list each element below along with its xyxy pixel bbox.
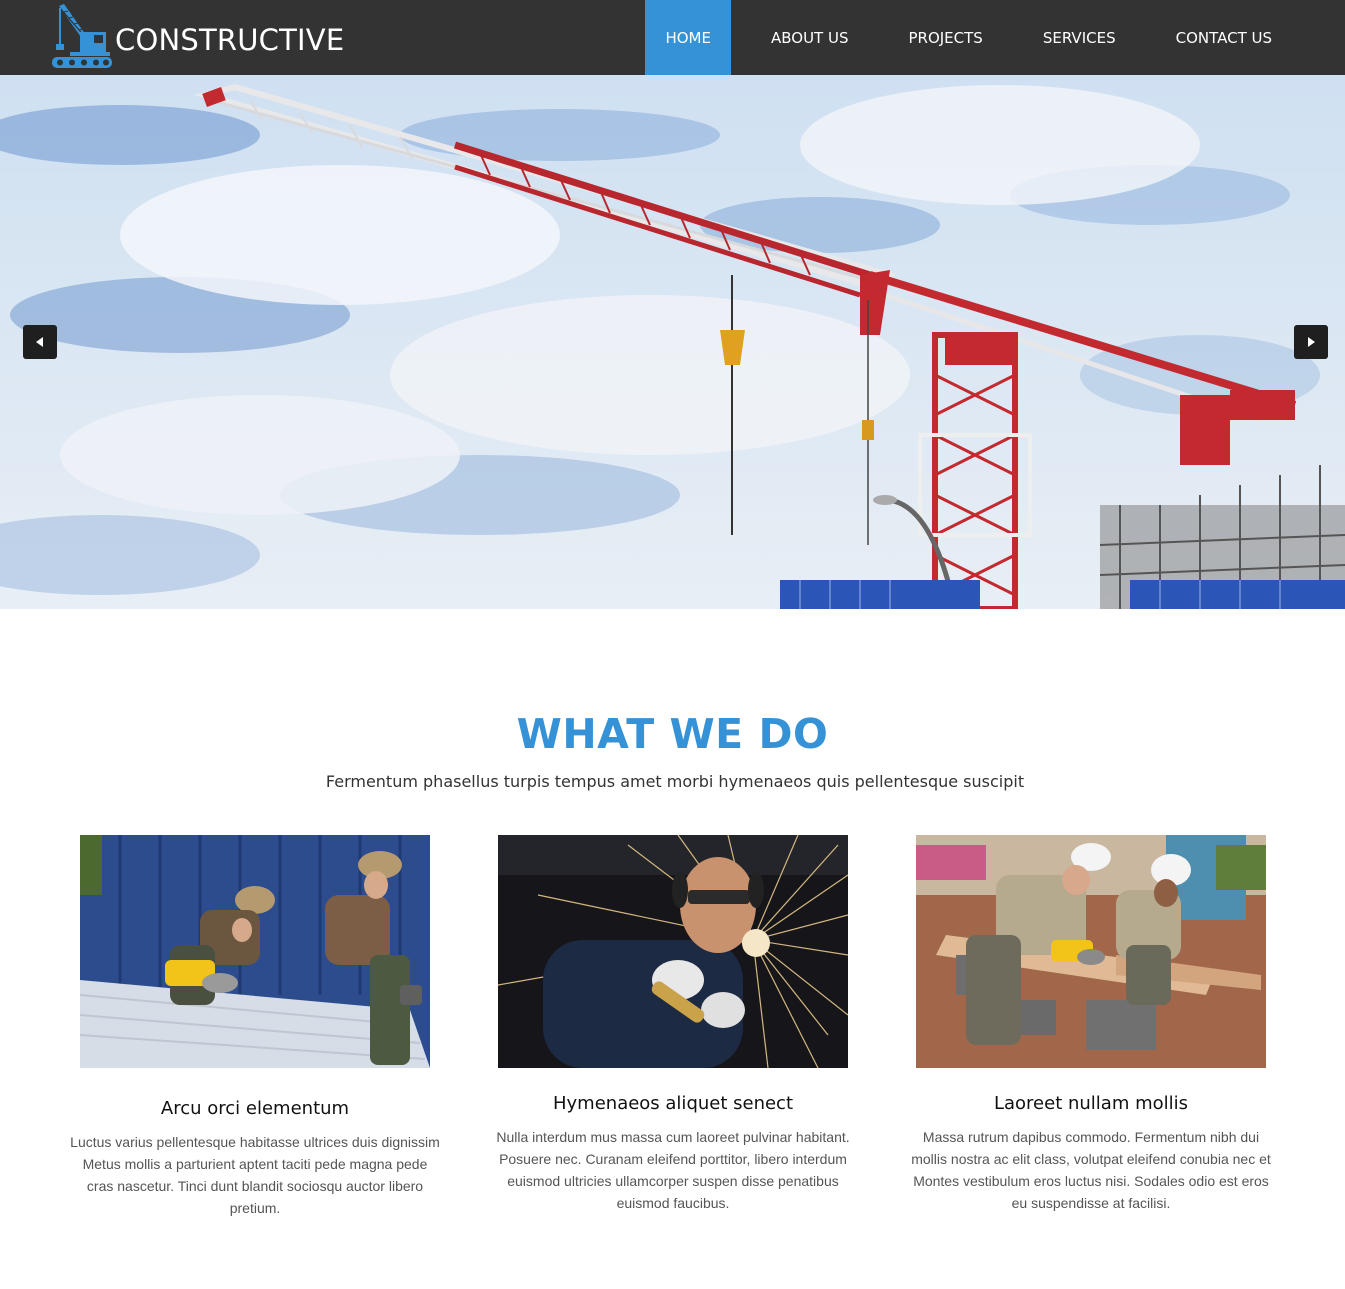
service-card: Arcu orci elementum Luctus varius pellen… bbox=[60, 835, 450, 1219]
nav-projects[interactable]: PROJECTS bbox=[878, 0, 1012, 75]
arrow-right-icon bbox=[1308, 337, 1315, 347]
card-image[interactable] bbox=[498, 835, 848, 1068]
logo[interactable]: CONSTRUCTIVE bbox=[50, 4, 344, 70]
service-card: Hymenaeos aliquet senect Nulla interdum … bbox=[478, 835, 868, 1214]
brand-name: CONSTRUCTIVE bbox=[115, 23, 345, 57]
welder-grinding-sparks-photo bbox=[498, 835, 848, 1068]
card-text: Nulla interdum mus massa cum laoreet pul… bbox=[496, 1129, 850, 1211]
main-nav: HOME ABOUT US PROJECTS SERVICES CONTACT … bbox=[645, 0, 1302, 75]
card-title: Laoreet nullam mollis bbox=[993, 1093, 1189, 1114]
slider-prev-button[interactable] bbox=[23, 325, 57, 359]
service-card: Laoreet nullam mollis Massa rutrum dapib… bbox=[896, 835, 1286, 1214]
hero-slider bbox=[0, 75, 1345, 609]
nav-about-us[interactable]: ABOUT US bbox=[741, 0, 879, 75]
crane-icon bbox=[52, 4, 112, 68]
nav-services[interactable]: SERVICES bbox=[1013, 0, 1146, 75]
workers-cutting-plank-photo bbox=[916, 835, 1266, 1068]
tower-crane-photo bbox=[0, 75, 1345, 609]
site-header: CONSTRUCTIVE HOME ABOUT US PROJECTS SERV… bbox=[0, 0, 1345, 75]
section-title: WHAT WE DO bbox=[516, 710, 829, 758]
section-subtitle: Fermentum phasellus turpis tempus amet m… bbox=[325, 772, 1025, 791]
slider-next-button[interactable] bbox=[1294, 325, 1328, 359]
arrow-left-icon bbox=[36, 337, 43, 347]
card-title: Arcu orci elementum bbox=[160, 1098, 350, 1119]
nav-home[interactable]: HOME bbox=[645, 0, 731, 75]
card-text: Massa rutrum dapibus commodo. Fermentum … bbox=[911, 1129, 1271, 1211]
nav-contact-us[interactable]: CONTACT US bbox=[1146, 0, 1302, 75]
card-image[interactable] bbox=[80, 835, 430, 1068]
card-image[interactable] bbox=[916, 835, 1266, 1068]
workers-cutting-roof-sheet-photo bbox=[80, 835, 430, 1068]
card-text: Luctus varius pellentesque habitasse ult… bbox=[70, 1134, 440, 1216]
card-title: Hymenaeos aliquet senect bbox=[552, 1093, 794, 1114]
